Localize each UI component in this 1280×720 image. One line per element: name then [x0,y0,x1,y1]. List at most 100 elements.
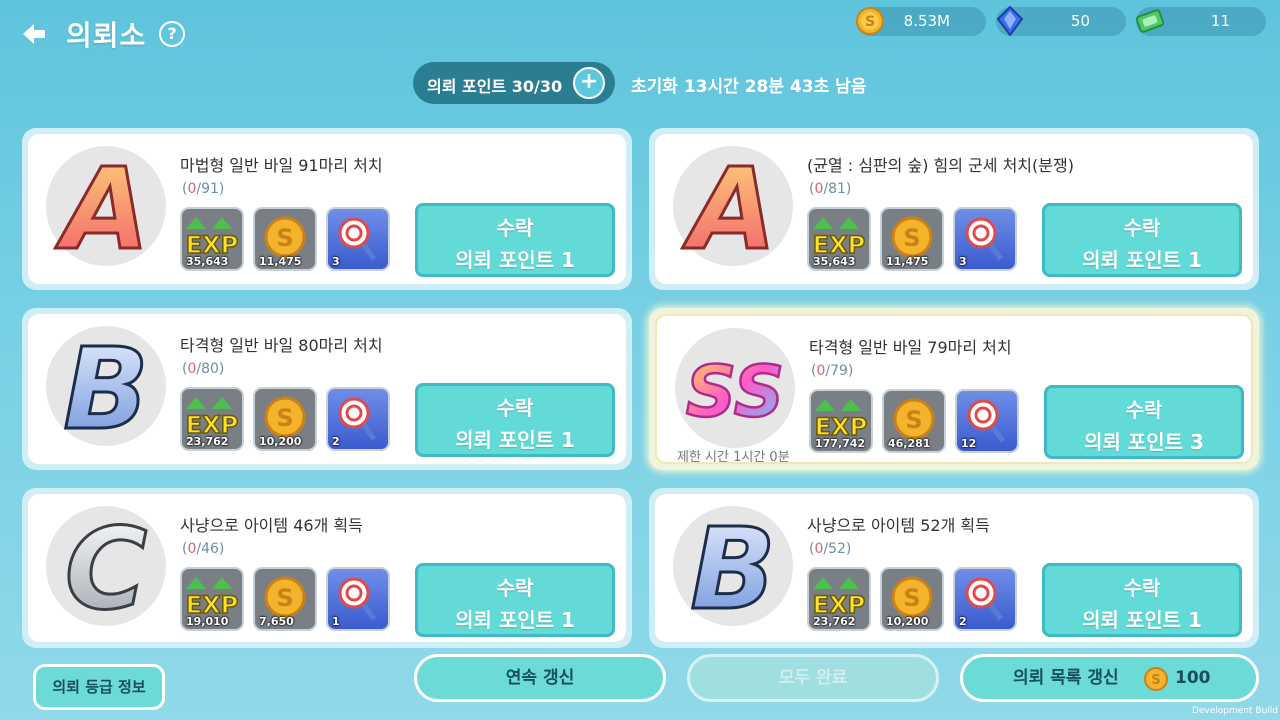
reward-exp[interactable]: EXP 23,762 [807,567,871,631]
svg-text:A: A [682,146,777,266]
reward-item-amount: 12 [961,437,977,450]
quest-card-special: SS 제한 시간 1시간 0분 타격형 일반 바일 79마리 처치 (0/79)… [649,308,1259,470]
currency-gold[interactable]: S 8.53M [856,7,986,36]
reward-gold-amount: 46,281 [888,437,931,450]
top-bar: 의뢰소 ? S 8.53M 50 11 [0,0,1280,64]
quest-title: 마법형 일반 바일 91마리 처치 [180,156,383,175]
grade-info-button[interactable]: 의뢰 등급 정보 [33,664,165,710]
quest-title: 타격형 일반 바일 80마리 처치 [180,336,383,355]
quest-card: C 사냥으로 아이템 46개 획득 (0/46) EXP 19,010 S 7,… [22,488,632,648]
svg-text:S: S [276,584,293,612]
refresh-list-button[interactable]: 의뢰 목록 갱신 S 100 [960,654,1259,702]
reward-exp[interactable]: EXP 177,742 [809,389,873,453]
accept-cost: 의뢰 포인트 1 [455,428,575,452]
quest-title: (균열 : 심판의 숲) 힘의 군세 처치(분쟁) [807,156,1074,175]
accept-button[interactable]: 수락 의뢰 포인트 1 [415,563,615,637]
reward-gold[interactable]: S 11,475 [880,207,944,271]
quest-points-pill: 의뢰 포인트 30/30 + [413,62,615,104]
accept-cost: 의뢰 포인트 1 [1082,608,1202,632]
quest-card: B 타격형 일반 바일 80마리 처치 (0/80) EXP 23,762 S … [22,308,632,470]
back-arrow-icon[interactable] [18,18,50,50]
reward-gold-amount: 7,650 [259,615,294,628]
reward-item[interactable]: 3 [953,207,1017,271]
svg-text:S: S [1151,673,1160,688]
quest-card-body: A (균열 : 심판의 숲) 힘의 군세 처치(분쟁) (0/81) EXP 3… [655,134,1253,284]
blue-gem-icon [996,5,1024,37]
currency-gem[interactable]: 50 [996,5,1126,37]
svg-text:S: S [276,404,293,432]
quest-progress: (0/81) [809,181,852,197]
accept-label: 수락 [1123,216,1161,240]
accept-cost: 의뢰 포인트 3 [1084,430,1204,454]
grade-c-icon: C [63,506,148,626]
accept-cost: 의뢰 포인트 1 [455,248,575,272]
reward-item[interactable]: 2 [953,567,1017,631]
quest-progress: (0/80) [182,361,225,377]
accept-cost: 의뢰 포인트 1 [1082,248,1202,272]
svg-text:B: B [690,506,775,626]
continuous-refresh-button[interactable]: 연속 갱신 [414,654,666,702]
accept-button[interactable]: 수락 의뢰 포인트 1 [1042,563,1242,637]
reward-gold[interactable]: S 46,281 [882,389,946,453]
reward-gold-amount: 10,200 [886,615,929,628]
accept-button[interactable]: 수락 의뢰 포인트 3 [1044,385,1244,459]
quest-title: 사냥으로 아이템 46개 획득 [180,516,363,535]
reward-item[interactable]: 2 [326,387,390,451]
reward-gold[interactable]: S 7,650 [253,567,317,631]
reward-exp-amount: 23,762 [186,435,229,448]
accept-cost: 의뢰 포인트 1 [455,608,575,632]
reward-exp[interactable]: EXP 19,010 [180,567,244,631]
reward-exp[interactable]: EXP 35,643 [807,207,871,271]
currency-cash[interactable]: 11 [1135,7,1266,36]
quest-progress: (0/46) [182,541,225,557]
accept-label: 수락 [496,396,534,420]
cash-ticket-icon [1135,9,1165,33]
reward-item-amount: 1 [332,615,340,628]
accept-label: 수락 [496,216,534,240]
gem-amount: 50 [1070,12,1090,30]
gold-coin-icon: S [1144,667,1168,691]
complete-all-button[interactable]: 모두 완료 [687,654,939,702]
reward-item[interactable]: 1 [326,567,390,631]
svg-text:S: S [903,224,920,252]
quest-card-body: SS 제한 시간 1시간 0분 타격형 일반 바일 79마리 처치 (0/79)… [655,314,1253,465]
refresh-list-label: 의뢰 목록 갱신 [1013,668,1119,688]
accept-button[interactable]: 수락 의뢰 포인트 1 [415,383,615,457]
help-icon[interactable]: ? [159,21,185,47]
accept-label: 수락 [1123,576,1161,600]
quest-card-body: B 타격형 일반 바일 80마리 처치 (0/80) EXP 23,762 S … [28,314,626,464]
quest-card: B 사냥으로 아이템 52개 획득 (0/52) EXP 23,762 S 10… [649,488,1259,648]
reward-exp-amount: 35,643 [186,255,229,268]
quest-title: 타격형 일반 바일 79마리 처치 [809,338,1012,357]
svg-text:C: C [65,506,147,626]
reset-timer: 초기화 13시간 28분 43초 남음 [631,77,867,97]
reward-exp[interactable]: EXP 23,762 [180,387,244,451]
reward-item[interactable]: 3 [326,207,390,271]
grade-a-icon: A [53,146,151,266]
reward-item-amount: 3 [959,255,967,268]
svg-text:S: S [276,224,293,252]
reward-exp-amount: 19,010 [186,615,229,628]
reward-exp[interactable]: EXP 35,643 [180,207,244,271]
grade-b-icon: B [62,326,150,446]
add-points-button[interactable]: + [573,67,605,99]
quest-card-body: B 사냥으로 아이템 52개 획득 (0/52) EXP 23,762 S 10… [655,494,1253,642]
accept-button[interactable]: 수락 의뢰 포인트 1 [1042,203,1242,277]
reward-gold-amount: 11,475 [259,255,302,268]
refresh-cost: 100 [1175,668,1211,688]
quest-progress: (0/79) [811,363,854,379]
reward-item[interactable]: 12 [955,389,1019,453]
reward-gold[interactable]: S 10,200 [253,387,317,451]
quest-card: A (균열 : 심판의 숲) 힘의 군세 처치(분쟁) (0/81) EXP 3… [649,128,1259,290]
quest-card-body: C 사냥으로 아이템 46개 획득 (0/46) EXP 19,010 S 7,… [28,494,626,642]
dev-build-watermark: Development Build [1191,706,1278,716]
reward-gold-amount: 10,200 [259,435,302,448]
grade-b-icon: B [689,506,777,626]
quest-progress: (0/91) [182,181,225,197]
reward-gold[interactable]: S 11,475 [253,207,317,271]
reward-gold[interactable]: S 10,200 [880,567,944,631]
reward-item-amount: 3 [332,255,340,268]
accept-button[interactable]: 수락 의뢰 포인트 1 [415,203,615,277]
reward-item-amount: 2 [332,435,340,448]
gold-coin-icon: S [856,7,884,35]
